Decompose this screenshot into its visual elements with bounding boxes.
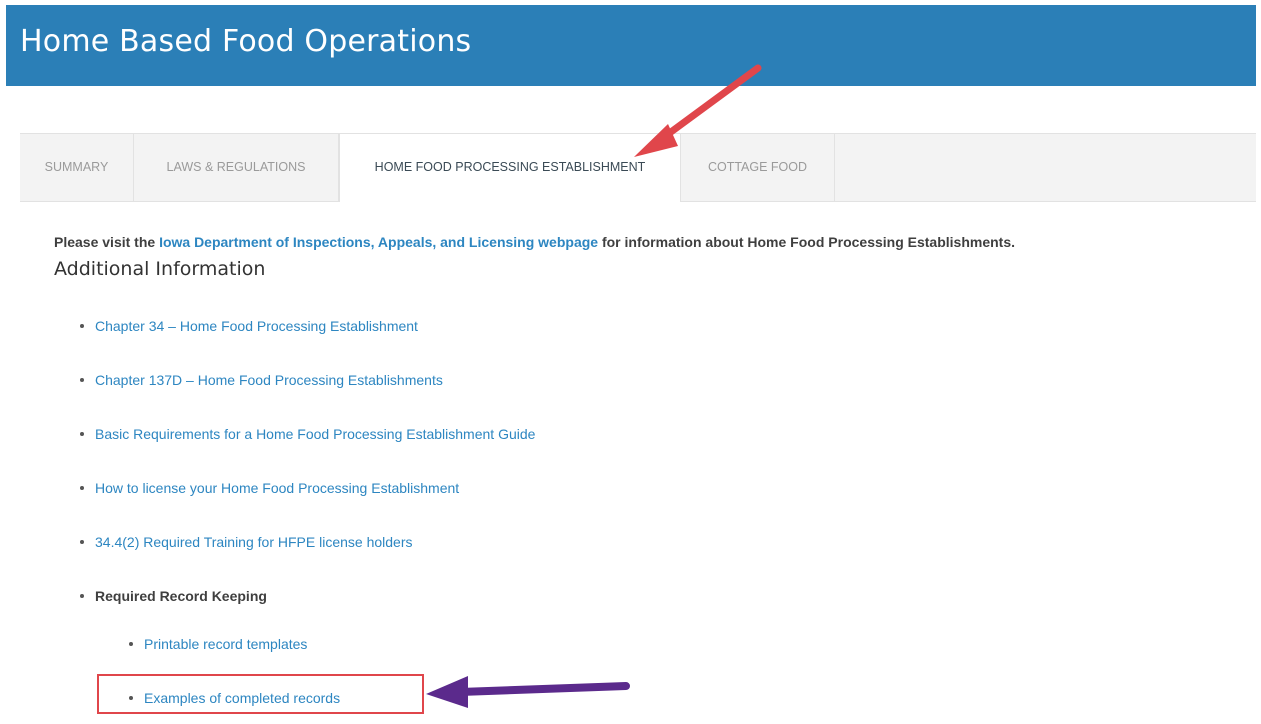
annotation-overlay	[426, 64, 762, 708]
purple-arrow-annotation	[426, 676, 630, 708]
red-arrow-annotation	[634, 64, 762, 157]
